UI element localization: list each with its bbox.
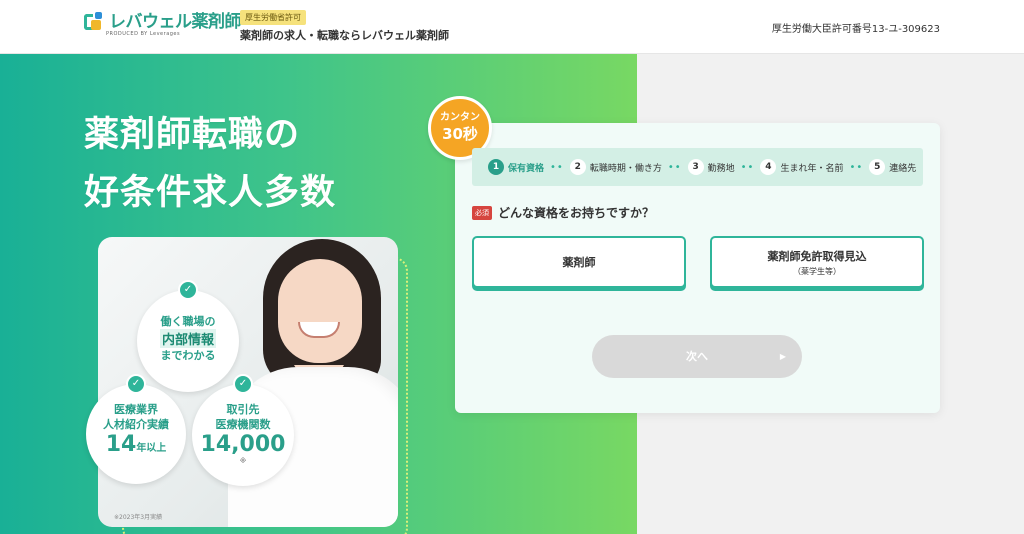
step-3: 3 勤務地 [687, 159, 735, 175]
option-label: 薬剤師免許取得見込 [767, 249, 867, 263]
next-button-label: 次へ [686, 350, 708, 363]
step-1: 1 保有資格 [488, 159, 544, 175]
step-number: 5 [869, 159, 886, 175]
feature-badge-text: 働く職場の [160, 315, 216, 328]
next-button[interactable]: 次へ ▶ [592, 335, 802, 378]
check-icon: ✓ [233, 374, 253, 394]
feature-badge-number: 14,000 [200, 432, 286, 457]
feature-badge-text: 取引先 [226, 403, 260, 416]
step-separator: •• [667, 161, 682, 173]
feature-badge-highlight: 内部情報 [159, 329, 216, 348]
option-sublabel: （薬学生等） [793, 266, 841, 276]
logo-text: レバウェル薬剤師 [109, 12, 242, 32]
feature-badge-text: 医療機関数 [215, 418, 271, 431]
option-license-expected-button[interactable]: 薬剤師免許取得見込 （薬学生等） [710, 236, 924, 288]
step-5: 5 連絡先 [869, 159, 916, 175]
step-number: 4 [760, 159, 777, 175]
feature-badge-suffix: 年以上 [136, 443, 167, 454]
step-label: 保有資格 [508, 163, 545, 174]
site-tagline: 薬剤師の求人・転職ならレバウェル薬剤師 [240, 29, 449, 42]
option-label: 薬剤師 [562, 256, 596, 269]
quick-badge-line2: 30秒 [442, 125, 478, 143]
step-number: 2 [569, 159, 586, 175]
feature-badge-internal-info: ✓ 働く職場の 内部情報 までわかる [137, 280, 239, 392]
step-label: 転職時期・働き方 [589, 163, 662, 174]
arrow-right-icon: ▶ [779, 352, 786, 361]
step-number: 1 [488, 159, 504, 175]
option-pharmacist-button[interactable]: 薬剤師 [472, 236, 686, 288]
feature-badge-footnote-mark: ※ [239, 457, 247, 465]
step-2: 2 転職時期・働き方 [569, 159, 662, 175]
question-text: どんな資格をお持ちですか？ [498, 206, 655, 220]
logo-mark-icon [84, 12, 104, 32]
step-label: 勤務地 [707, 163, 735, 174]
step-label: 生まれ年・名前 [780, 163, 844, 174]
hero-title: 薬剤師転職の 好条件求人多数 [84, 106, 336, 222]
license-badge: 厚生労働省許可 [240, 10, 306, 25]
logo-subtitle: PRODUCED BY Leverages [106, 31, 181, 37]
step-4: 4 生まれ年・名前 [760, 159, 843, 175]
feature-badge-partners: ✓ 取引先 医療機関数 14,000 ※ [192, 374, 294, 486]
check-icon: ✓ [178, 280, 198, 300]
person-face [278, 259, 362, 363]
site-logo[interactable]: レバウェル薬剤師 [84, 12, 242, 32]
feature-badge-text: 人材紹介実績 [103, 418, 169, 431]
site-header: レバウェル薬剤師 PRODUCED BY Leverages 厚生労働省許可 薬… [0, 0, 1024, 54]
step-separator: •• [550, 161, 564, 173]
step-label: 連絡先 [889, 163, 917, 174]
feature-badge-text: までわかる [160, 349, 216, 362]
feature-badge-text: 医療業界 [114, 403, 158, 416]
step-number: 3 [687, 159, 704, 175]
check-icon: ✓ [126, 374, 146, 394]
license-number: 厚生労働大臣許可番号13-ユ-309623 [771, 24, 940, 35]
step-separator: •• [849, 161, 864, 173]
hero-title-line2: 好条件求人多数 [84, 173, 337, 213]
form-step-indicator: 1 保有資格 •• 2 転職時期・働き方 •• 3 勤務地 •• 4 生まれ年・… [472, 148, 923, 186]
form-question: 必須 どんな資格をお持ちですか？ [472, 204, 654, 221]
feature-badge-number: 14 [105, 432, 137, 457]
photo-footnote: ※2023年3月実績 [114, 514, 163, 521]
required-badge: 必須 [472, 205, 492, 220]
step-separator: •• [740, 161, 755, 173]
quick-badge-line1: カンタン [440, 112, 480, 123]
hero-title-line1: 薬剤師転職の [84, 115, 301, 155]
feature-badge-track-record: ✓ 医療業界 人材紹介実績 14年以上 [86, 374, 186, 484]
